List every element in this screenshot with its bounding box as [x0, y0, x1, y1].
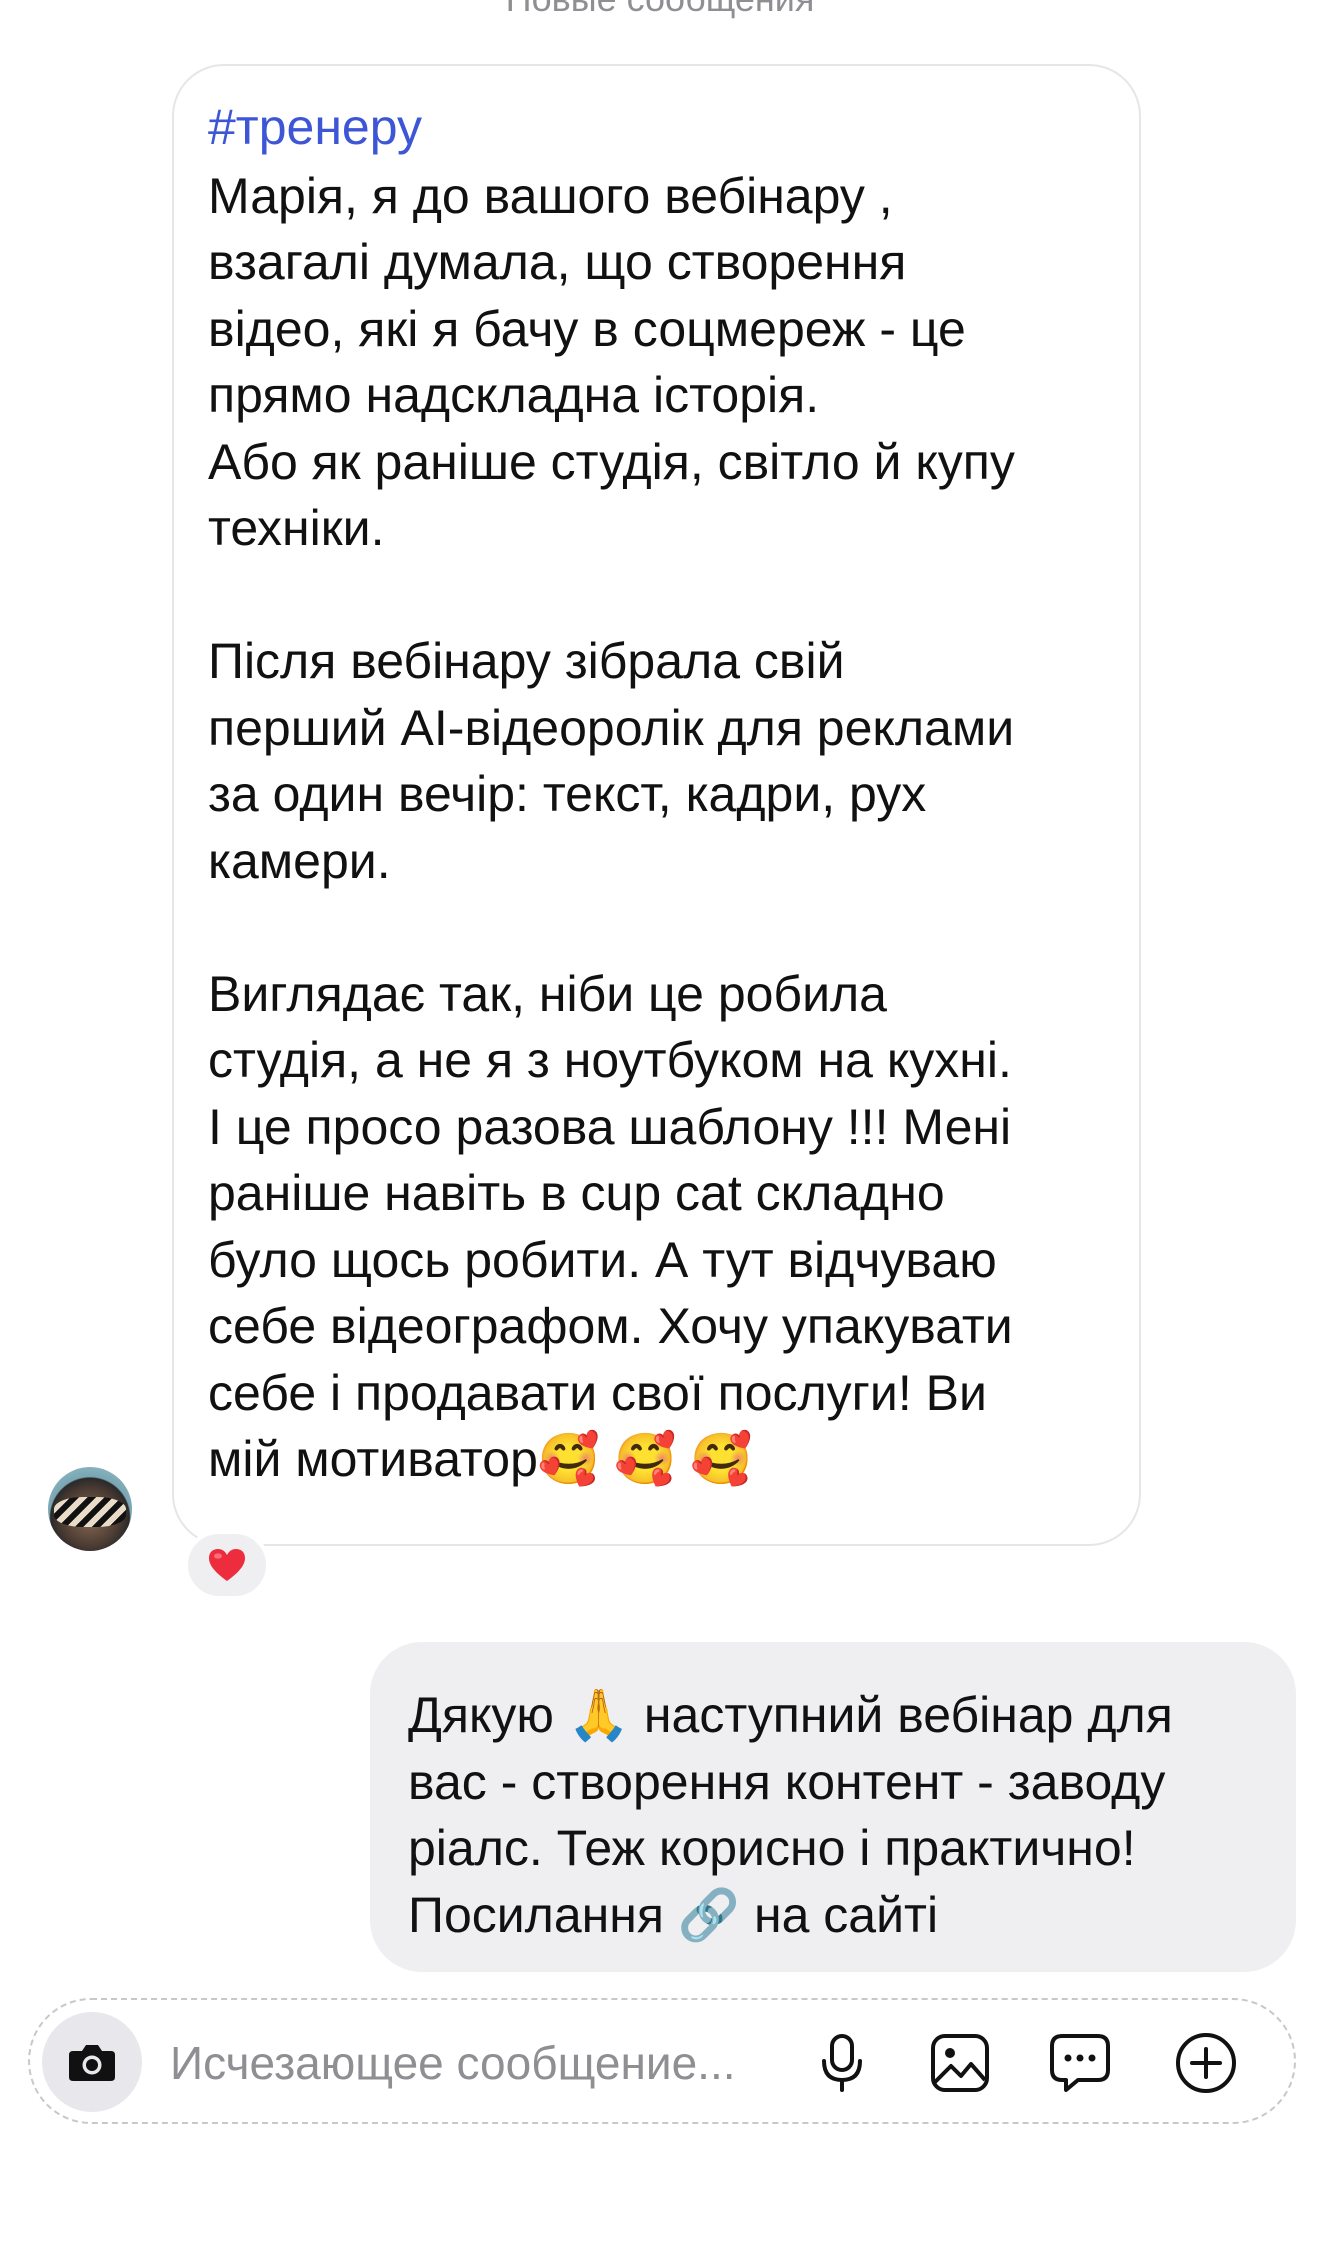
outgoing-message-bubble[interactable]: Дякую 🙏 наступний вебінар для вас - ство… — [370, 1642, 1296, 1972]
message-input[interactable] — [170, 2028, 770, 2098]
heart-icon — [209, 1549, 245, 1581]
camera-button[interactable] — [42, 2012, 142, 2112]
microphone-button[interactable] — [802, 2023, 882, 2103]
new-messages-divider: Новые сообщения — [0, 0, 1320, 20]
gallery-button[interactable] — [920, 2023, 1000, 2103]
avatar[interactable] — [48, 1467, 132, 1551]
sticker-icon — [1050, 2034, 1110, 2092]
message-hashtag[interactable]: #тренеру — [208, 94, 1105, 161]
add-button[interactable] — [1166, 2023, 1246, 2103]
message-composer — [28, 1998, 1296, 2124]
sticker-button[interactable] — [1040, 2023, 1120, 2103]
incoming-message-bubble[interactable]: #тренеру Марія, я до вашого вебінару , в… — [172, 64, 1141, 1546]
heart-reaction[interactable] — [184, 1530, 270, 1600]
camera-icon — [69, 2045, 115, 2081]
gallery-icon — [931, 2034, 989, 2092]
plus-icon — [1176, 2033, 1236, 2093]
incoming-message-text: Марія, я до вашого вебінару , взагалі ду… — [208, 167, 1015, 1488]
dm-thread: Новые сообщения #тренеру Марія, я до ваш… — [0, 0, 1320, 2249]
microphone-icon — [822, 2034, 862, 2092]
